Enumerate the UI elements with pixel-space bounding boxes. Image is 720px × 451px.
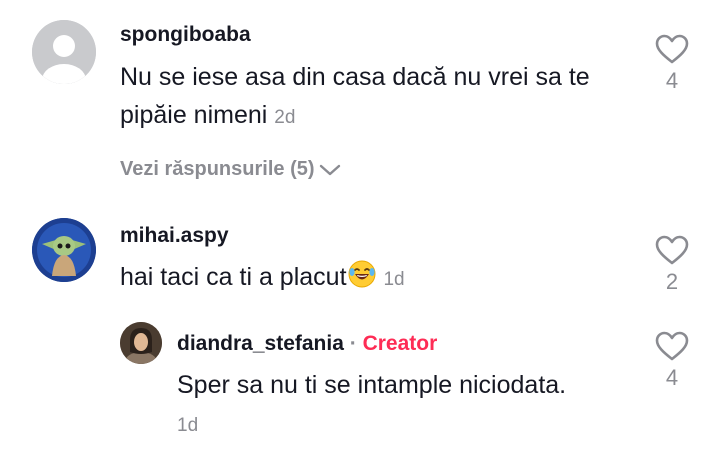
reply-username-row: diandra_stefania · Creator [177, 332, 437, 356]
baby-yoda-avatar-icon [32, 218, 96, 282]
like-button[interactable]: 2 [652, 235, 692, 295]
avatar[interactable] [32, 20, 96, 84]
view-replies-button[interactable]: Vezi răspunsurile (5) [120, 158, 341, 181]
chevron-down-icon [319, 164, 340, 175]
view-replies-label: Vezi răspunsurile (5) [120, 158, 315, 180]
comment-body: hai taci ca ti a placut [120, 263, 347, 291]
separator-dot: · [349, 332, 357, 355]
heart-icon[interactable] [655, 331, 689, 361]
default-avatar-icon [32, 20, 96, 84]
reply-text: Sper sa nu ti se intample niciodata. 1d [177, 366, 577, 445]
comments-panel: spongiboaba Nu se iese asa din casa dacă… [0, 0, 720, 451]
comment-timestamp: 1d [383, 269, 405, 290]
avatar[interactable] [32, 218, 96, 282]
like-button[interactable]: 4 [652, 331, 692, 391]
comment-body: Nu se iese asa din casa dacă nu vrei sa … [120, 63, 590, 129]
comment-username[interactable]: spongiboaba [120, 23, 251, 47]
heart-icon[interactable] [655, 235, 689, 265]
like-count: 2 [665, 269, 679, 294]
reply-timestamp: 1d [177, 415, 199, 436]
creator-badge: Creator [362, 332, 438, 355]
comment-text: Nu se iese asa din casa dacă nu vrei sa … [120, 58, 620, 137]
comment-text: hai taci ca ti a placut 1d [120, 258, 620, 300]
heart-icon[interactable] [655, 34, 689, 64]
like-count: 4 [665, 68, 679, 93]
avatar[interactable] [120, 322, 162, 364]
laughing-tears-emoji-icon [347, 259, 377, 300]
comment-username[interactable]: mihai.aspy [120, 224, 229, 248]
comment-timestamp: 2d [274, 107, 296, 128]
like-button[interactable]: 4 [652, 34, 692, 94]
reply-body: Sper sa nu ti se intample niciodata. [177, 371, 567, 399]
like-count: 4 [665, 365, 679, 390]
user-photo-avatar-icon [120, 322, 162, 364]
reply-username[interactable]: diandra_stefania [177, 332, 344, 355]
